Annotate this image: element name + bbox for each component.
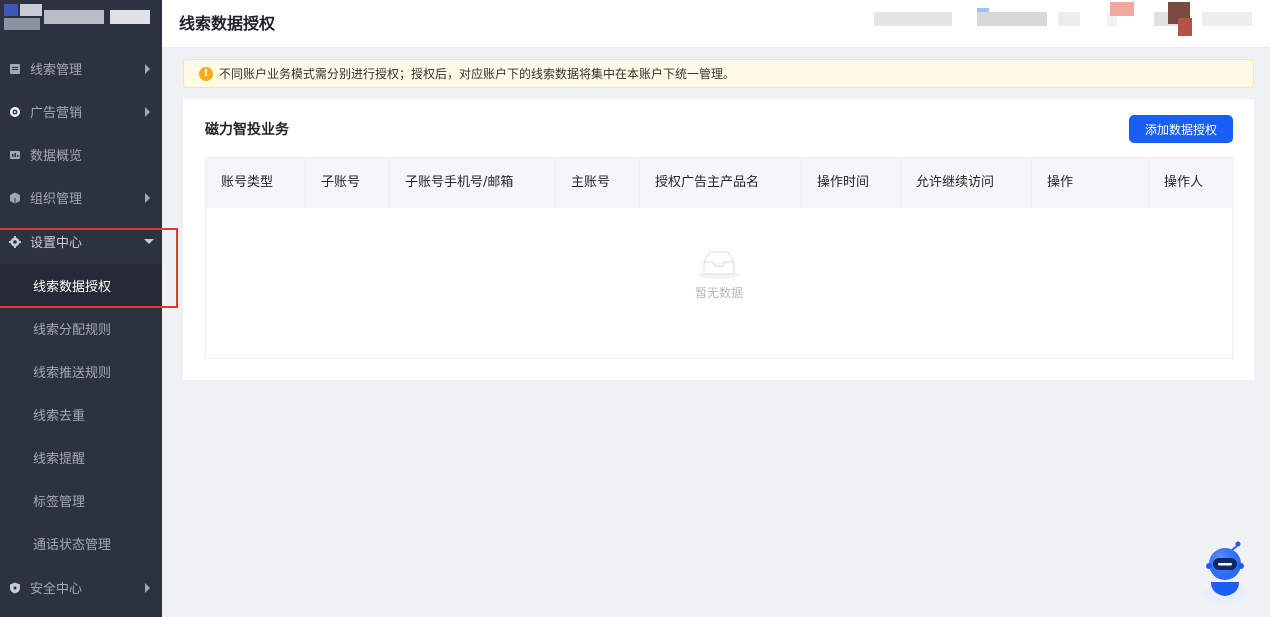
sidebar-item-label: 设置中心	[30, 236, 83, 251]
sidebar-subitem-call-status[interactable]: 通话状态管理	[0, 522, 162, 565]
chevron-right-icon	[145, 106, 150, 117]
sidebar-item-label: 组织管理	[30, 192, 83, 207]
chevron-right-icon	[145, 63, 150, 74]
gear-icon	[9, 235, 21, 248]
column-header[interactable]: 账号类型	[206, 158, 306, 208]
sidebar-item-label: 安全中心	[30, 582, 83, 597]
chevron-down-icon	[144, 238, 154, 244]
warning-icon: !	[199, 66, 213, 81]
column-header[interactable]: 操作	[1032, 158, 1149, 208]
column-header[interactable]: 操作人	[1149, 158, 1232, 208]
sidebar-item-label: 线索分配规则	[33, 323, 112, 338]
column-header[interactable]: 主账号	[556, 158, 640, 208]
logo	[0, 0, 162, 48]
empty-state: 暂无数据	[206, 248, 1232, 301]
sidebar-subitem-clue-data-auth[interactable]: 线索数据授权	[0, 264, 162, 307]
sidebar-item-label: 线索去重	[33, 409, 86, 424]
notice-text: 不同账户业务模式需分别进行授权；授权后，对应账户下的线索数据将集中在本账户下统一…	[219, 67, 736, 81]
sidebar-subitem-clue-allocation[interactable]: 线索分配规则	[0, 307, 162, 350]
sidebar-item-label: 广告营销	[30, 106, 83, 121]
page-title: 线索数据授权	[179, 14, 276, 33]
sidebar-item-org-management[interactable]: 组织管理	[0, 176, 162, 219]
card-title: 磁力智投业务	[205, 122, 289, 138]
sidebar-subitem-clue-push[interactable]: 线索推送规则	[0, 350, 162, 393]
sidebar-item-clue-management[interactable]: 线索管理	[0, 47, 162, 90]
sidebar-item-data-overview[interactable]: 数据概览	[0, 133, 162, 176]
sidebar-item-label: 线索提醒	[33, 452, 86, 467]
sidebar-item-settings-center[interactable]: 设置中心	[0, 220, 162, 263]
auth-card: 磁力智投业务 添加数据授权 账号类型 子账号 子账号手机号/邮箱 主账号 授权广…	[183, 99, 1254, 380]
column-header[interactable]: 子账号手机号/邮箱	[390, 158, 556, 208]
shield-icon	[9, 582, 21, 594]
target-icon	[9, 106, 21, 118]
empty-inbox-icon	[696, 248, 742, 280]
empty-text: 暂无数据	[694, 286, 743, 300]
chevron-right-icon	[145, 582, 150, 593]
table-header: 账号类型 子账号 子账号手机号/邮箱 主账号 授权广告主产品名 操作时间 允许继…	[206, 158, 1232, 208]
chevron-right-icon	[145, 192, 150, 203]
auth-table: 账号类型 子账号 子账号手机号/邮箱 主账号 授权广告主产品名 操作时间 允许继…	[205, 157, 1233, 359]
sidebar-item-label: 数据概览	[30, 149, 83, 164]
sidebar-subitem-clue-reminder[interactable]: 线索提醒	[0, 436, 162, 479]
cube-icon	[9, 192, 21, 204]
sidebar-item-security-center[interactable]: 安全中心	[0, 566, 162, 609]
assistant-robot-icon[interactable]	[1199, 538, 1251, 604]
column-header[interactable]: 操作时间	[802, 158, 901, 208]
sidebar: 线索管理 广告营销 数据概览 组织管理 设置中心 线索数据授权 线索分配规则 线…	[0, 0, 162, 617]
column-header[interactable]: 子账号	[306, 158, 390, 208]
notice-banner: ! 不同账户业务模式需分别进行授权；授权后，对应账户下的线索数据将集中在本账户下…	[183, 59, 1254, 88]
clipboard-icon	[9, 63, 21, 75]
column-header[interactable]: 允许继续访问	[901, 158, 1032, 208]
sidebar-item-ad-marketing[interactable]: 广告营销	[0, 90, 162, 133]
column-header[interactable]: 授权广告主产品名	[640, 158, 802, 208]
sidebar-subitem-tag-management[interactable]: 标签管理	[0, 479, 162, 522]
sidebar-item-label: 线索管理	[30, 63, 83, 78]
sidebar-item-label: 标签管理	[33, 495, 86, 510]
sidebar-subitem-clue-dedup[interactable]: 线索去重	[0, 393, 162, 436]
chart-icon	[9, 149, 21, 161]
add-data-auth-button[interactable]: 添加数据授权	[1129, 115, 1233, 143]
sidebar-item-label: 通话状态管理	[33, 538, 112, 553]
top-header: 线索数据授权	[162, 0, 1270, 48]
sidebar-item-label: 线索推送规则	[33, 366, 112, 381]
sidebar-item-label: 线索数据授权	[33, 280, 112, 295]
